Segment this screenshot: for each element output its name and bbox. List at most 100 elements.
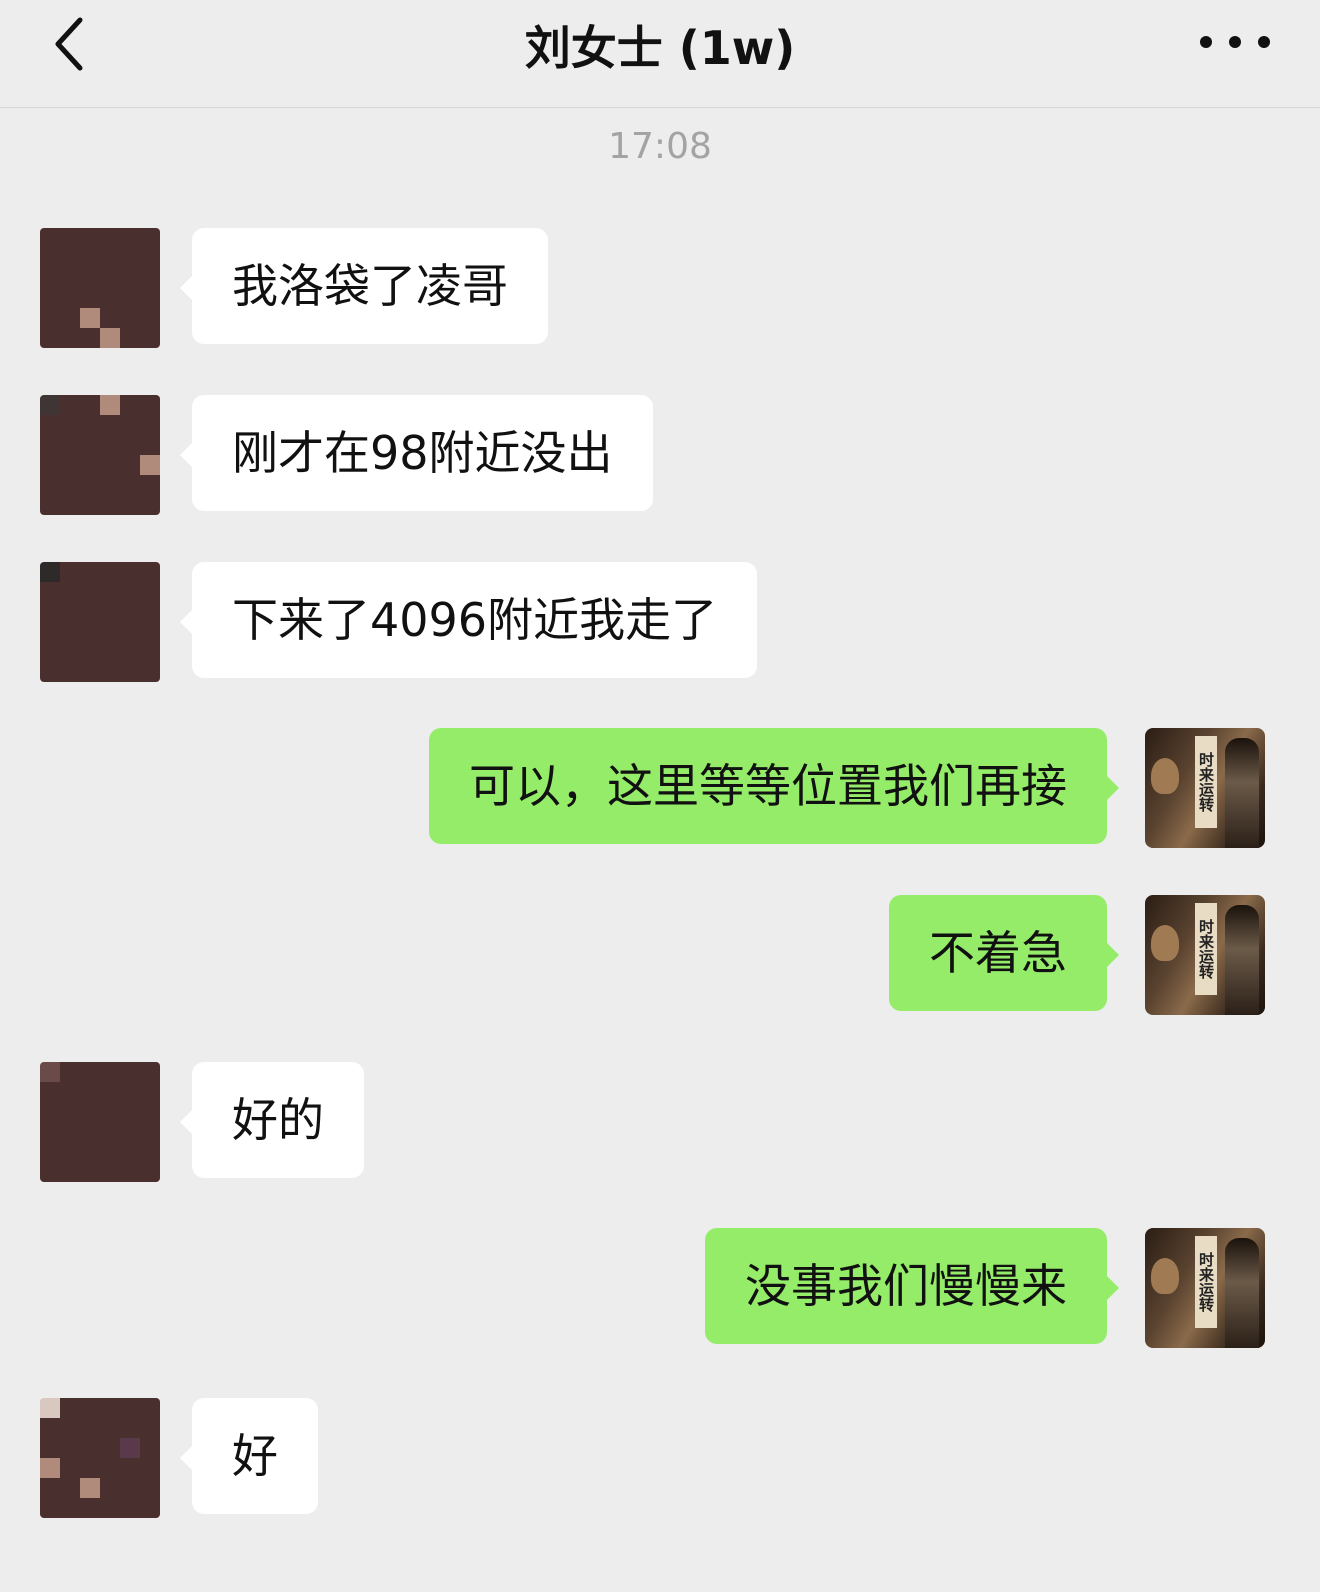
- avatar-pixel: [40, 622, 60, 642]
- avatar-pixel: [40, 415, 60, 435]
- avatar-pixel: [80, 288, 100, 308]
- message-row-incoming: 好: [40, 1398, 318, 1518]
- avatar-pixel: [140, 582, 160, 602]
- avatar-pixel: [80, 455, 100, 475]
- message-row-incoming: 我洛袋了凌哥: [40, 228, 548, 348]
- avatar-pixel: [100, 1418, 120, 1438]
- avatar-pixel: [60, 1162, 80, 1182]
- avatar-banner-text: 时来运转: [1195, 736, 1217, 828]
- avatar-pixel: [120, 475, 140, 495]
- avatar-pixel: [60, 1398, 80, 1418]
- avatar-buddha-head: [1151, 1258, 1179, 1294]
- avatar-pixel: [100, 1122, 120, 1142]
- avatar-pixel: [100, 1142, 120, 1162]
- avatar-pixel: [80, 248, 100, 268]
- avatar-pixel: [60, 228, 80, 248]
- avatar-pixel: [80, 622, 100, 642]
- message-bubble[interactable]: 可以，这里等等位置我们再接: [429, 728, 1119, 844]
- avatar-pixel: [120, 1438, 140, 1458]
- avatar-pixel: [100, 308, 120, 328]
- avatar-pixel: [140, 475, 160, 495]
- message-bubble[interactable]: 好: [180, 1398, 318, 1514]
- avatar-pixel: [60, 288, 80, 308]
- avatar-pixel: [100, 602, 120, 622]
- avatar-pixel: [80, 268, 100, 288]
- avatar-pixel: [60, 1438, 80, 1458]
- more-button[interactable]: [1200, 22, 1270, 62]
- avatar-pixel: [140, 1082, 160, 1102]
- avatar-pixel: [100, 1438, 120, 1458]
- message-bubble[interactable]: 刚才在98附近没出: [180, 395, 653, 511]
- chat-title: 刘女士 (1w): [524, 21, 796, 75]
- message-bubble[interactable]: 下来了4096附近我走了: [179, 562, 758, 678]
- avatar-pixel: [120, 1142, 140, 1162]
- avatar-buddha-head: [1151, 925, 1179, 961]
- avatar-pixel: [80, 475, 100, 495]
- contact-avatar[interactable]: [40, 228, 160, 348]
- avatar-pixel: [120, 288, 140, 308]
- avatar-pixel: [120, 602, 140, 622]
- avatar-pixel: [100, 1398, 120, 1418]
- contact-avatar[interactable]: [40, 395, 160, 515]
- avatar-pixel: [40, 1458, 60, 1478]
- avatar-pixel: [140, 622, 160, 642]
- my-avatar[interactable]: 时来运转: [1145, 895, 1265, 1015]
- avatar-pixel: [60, 582, 80, 602]
- avatar-pixel: [60, 1478, 80, 1498]
- avatar-pixel: [60, 308, 80, 328]
- avatar-pixel: [140, 1398, 160, 1418]
- avatar-pixel: [40, 268, 60, 288]
- avatar-pixel: [140, 308, 160, 328]
- message-bubble[interactable]: 好的: [180, 1062, 364, 1178]
- avatar-pixel: [100, 662, 120, 682]
- avatar-pixel: [140, 455, 160, 475]
- avatar-figure: [1225, 905, 1259, 1015]
- avatar-pixel: [60, 1458, 80, 1478]
- avatar-pixel: [40, 642, 60, 662]
- avatar-pixel: [120, 662, 140, 682]
- avatar-pixel: [120, 308, 140, 328]
- my-avatar[interactable]: 时来运转: [1145, 1228, 1265, 1348]
- message-bubble[interactable]: 我洛袋了凌哥: [180, 228, 548, 344]
- contact-avatar[interactable]: [40, 562, 160, 682]
- message-bubble[interactable]: 不着急: [889, 895, 1119, 1011]
- avatar-pixel: [120, 268, 140, 288]
- avatar-pixel: [80, 228, 100, 248]
- avatar-pixel: [60, 328, 80, 348]
- avatar-pixel: [120, 248, 140, 268]
- avatar-pixel: [60, 495, 80, 515]
- avatar-pixel: [60, 475, 80, 495]
- contact-avatar[interactable]: [40, 1398, 160, 1518]
- avatar-pixel: [40, 228, 60, 248]
- avatar-pixel: [140, 1142, 160, 1162]
- avatar-pixel: [140, 495, 160, 515]
- avatar-pixel: [80, 662, 100, 682]
- avatar-pixel: [40, 455, 60, 475]
- message-row-outgoing: 时来运转 可以，这里等等位置我们再接: [429, 728, 1265, 848]
- my-avatar[interactable]: 时来运转: [1145, 728, 1265, 848]
- avatar-pixel: [100, 1458, 120, 1478]
- avatar-pixel: [40, 1438, 60, 1458]
- avatar-pixel: [80, 1418, 100, 1438]
- avatar-pixel: [80, 562, 100, 582]
- avatar-pixel: [40, 475, 60, 495]
- avatar-pixel: [40, 248, 60, 268]
- avatar-pixel: [120, 562, 140, 582]
- avatar-pixel: [140, 602, 160, 622]
- avatar-pixel: [100, 562, 120, 582]
- avatar-pixel: [80, 582, 100, 602]
- message-row-incoming: 刚才在98附近没出: [40, 395, 653, 515]
- message-row-incoming: 下来了4096附近我走了: [40, 562, 758, 682]
- avatar-pixel: [140, 1498, 160, 1518]
- avatar-pixel: [120, 1418, 140, 1438]
- avatar-pixel: [60, 562, 80, 582]
- avatar-pixel: [120, 642, 140, 662]
- avatar-pixel: [120, 1498, 140, 1518]
- avatar-pixel: [100, 1478, 120, 1498]
- avatar-pixel: [120, 1062, 140, 1082]
- avatar-pixel: [40, 1062, 60, 1082]
- avatar-buddha-head: [1151, 758, 1179, 794]
- contact-avatar[interactable]: [40, 1062, 160, 1182]
- avatar-pixel: [100, 328, 120, 348]
- message-bubble[interactable]: 没事我们慢慢来: [705, 1228, 1119, 1344]
